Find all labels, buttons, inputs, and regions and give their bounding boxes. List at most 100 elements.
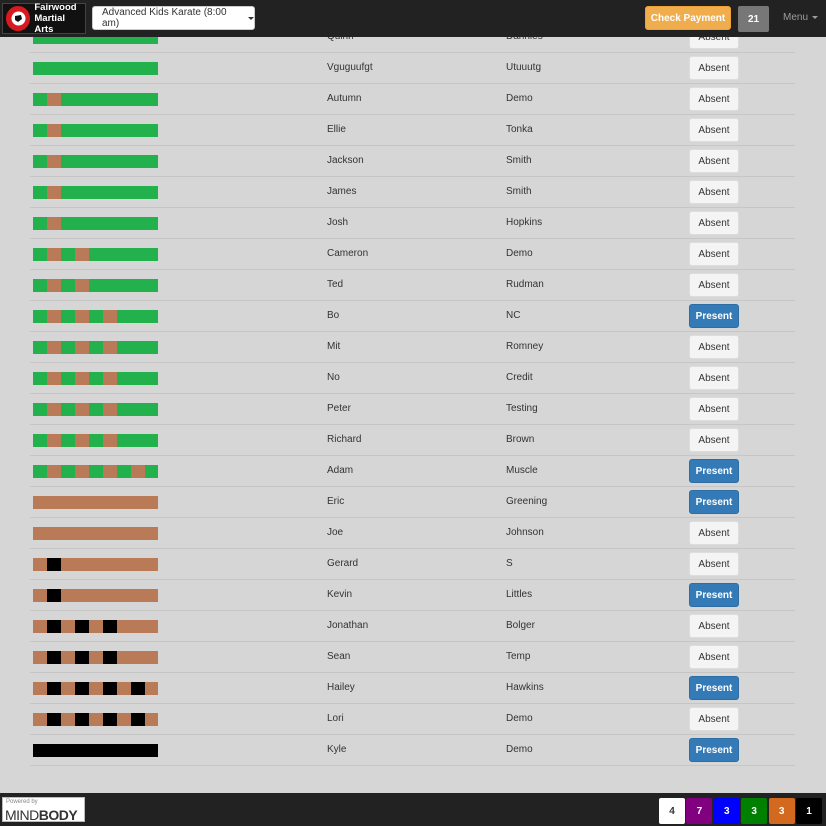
belt-rank-indicator (33, 62, 158, 75)
belt-stripe (103, 403, 117, 416)
table-row: James Smith Absent (30, 177, 795, 208)
brand-light: MIND (5, 807, 39, 823)
student-first-name: Sean (327, 651, 351, 662)
karate-fist-icon (6, 6, 31, 31)
chevron-down-icon (248, 16, 254, 20)
student-first-name: Autumn (327, 93, 362, 104)
belt-stripe (103, 651, 117, 664)
logo-line-1: Fairwood (34, 2, 77, 13)
logo-text: Fairwood Martial Arts (34, 2, 85, 35)
belt-stripe (75, 372, 89, 385)
student-first-name: No (327, 372, 340, 383)
belt-count-purple[interactable]: 7 (686, 798, 713, 824)
belt-rank-indicator (33, 589, 158, 602)
belt-stripe (103, 434, 117, 447)
attendance-toggle-button[interactable]: Present (689, 459, 739, 483)
belt-rank-indicator (33, 248, 158, 261)
student-first-name: Jackson (327, 155, 364, 166)
belt-stripe (103, 372, 117, 385)
attendance-toggle-button[interactable]: Absent (689, 366, 739, 390)
class-select-dropdown[interactable]: Advanced Kids Karate (8:00 am) (92, 6, 255, 30)
attendance-toggle-button[interactable]: Absent (689, 614, 739, 638)
mindbody-logo[interactable]: Powered by MINDBODY (2, 797, 85, 823)
belt-stripe (47, 651, 61, 664)
attendance-toggle-button[interactable]: Present (689, 304, 739, 328)
table-row: Jackson Smith Absent (30, 146, 795, 177)
attendance-toggle-button[interactable]: Absent (689, 552, 739, 576)
belt-rank-indicator (33, 155, 158, 168)
student-last-name: Greening (506, 496, 548, 507)
student-last-name: Tonka (506, 124, 533, 135)
attendance-toggle-button[interactable]: Absent (689, 521, 739, 545)
belt-stripe (47, 682, 61, 695)
student-first-name: Cameron (327, 248, 369, 259)
belt-count-green[interactable]: 3 (741, 798, 768, 824)
belt-stripe (47, 620, 61, 633)
belt-stripe (75, 310, 89, 323)
table-row: Josh Hopkins Absent (30, 208, 795, 239)
student-last-name: Demo (506, 93, 533, 104)
attendance-toggle-button[interactable]: Present (689, 490, 739, 514)
table-row: Bo NC Present (30, 301, 795, 332)
attendance-toggle-button[interactable]: Absent (689, 242, 739, 266)
attendance-toggle-button[interactable]: Absent (689, 149, 739, 173)
belt-stripe (103, 341, 117, 354)
belt-stripe (47, 279, 61, 292)
belt-stripe (75, 651, 89, 664)
attendance-toggle-button[interactable]: Absent (689, 211, 739, 235)
belt-stripe (131, 713, 145, 726)
belt-stripe (103, 713, 117, 726)
belt-stripe (75, 403, 89, 416)
attendance-toggle-button[interactable]: Present (689, 738, 739, 762)
belt-rank-indicator (33, 620, 158, 633)
belt-rank-indicator (33, 434, 158, 447)
belt-rank-indicator (33, 217, 158, 230)
table-row: Mit Romney Absent (30, 332, 795, 363)
student-last-name: Bolger (506, 620, 535, 631)
attendance-count-badge: 21 (738, 6, 769, 32)
belt-stripe (47, 403, 61, 416)
menu-dropdown[interactable]: Menu (783, 12, 819, 23)
table-row: Eric Greening Present (30, 487, 795, 518)
table-row: Joe Johnson Absent (30, 518, 795, 549)
student-last-name: Testing (506, 403, 538, 414)
belt-stripe (47, 434, 61, 447)
class-select-value: Advanced Kids Karate (8:00 am) (102, 7, 227, 29)
belt-count-black[interactable]: 1 (796, 798, 822, 824)
powered-by-text: Powered by (6, 799, 38, 805)
attendance-toggle-button[interactable]: Present (689, 676, 739, 700)
belt-count-white[interactable]: 4 (659, 798, 685, 824)
student-first-name: James (327, 186, 357, 197)
table-row: Adam Muscle Present (30, 456, 795, 487)
student-last-name: Smith (506, 186, 532, 197)
belt-rank-indicator (33, 186, 158, 199)
attendance-toggle-button[interactable]: Absent (689, 335, 739, 359)
belt-stripe (103, 682, 117, 695)
attendance-toggle-button[interactable]: Absent (689, 645, 739, 669)
table-row: Cameron Demo Absent (30, 239, 795, 270)
attendance-toggle-button[interactable]: Absent (689, 56, 739, 80)
attendance-toggle-button[interactable]: Absent (689, 180, 739, 204)
belt-count-orange[interactable]: 3 (768, 798, 795, 824)
attendance-toggle-button[interactable]: Absent (689, 118, 739, 142)
table-row: Vguguufgt Utuuutg Absent (30, 53, 795, 84)
student-first-name: Eric (327, 496, 345, 507)
attendance-toggle-button[interactable]: Absent (689, 397, 739, 421)
student-last-name: Brown (506, 434, 535, 445)
check-payment-button[interactable]: Check Payment (645, 6, 731, 30)
attendance-toggle-button[interactable]: Absent (689, 273, 739, 297)
school-logo[interactable]: Fairwood Martial Arts (2, 2, 86, 35)
attendance-toggle-button[interactable]: Absent (689, 707, 739, 731)
student-first-name: Richard (327, 434, 362, 445)
footer-bar: Powered by MINDBODY 473331 (0, 793, 826, 826)
belt-count-blue[interactable]: 3 (713, 798, 740, 824)
attendance-toggle-button[interactable]: Absent (689, 87, 739, 111)
student-last-name: Smith (506, 155, 532, 166)
attendance-toggle-button[interactable]: Absent (689, 428, 739, 452)
belt-stripe (75, 279, 89, 292)
attendance-toggle-button[interactable]: Present (689, 583, 739, 607)
student-first-name: Jonathan (327, 620, 369, 631)
student-first-name: Josh (327, 217, 349, 228)
belt-stripe (47, 558, 61, 571)
belt-rank-indicator (33, 744, 158, 757)
